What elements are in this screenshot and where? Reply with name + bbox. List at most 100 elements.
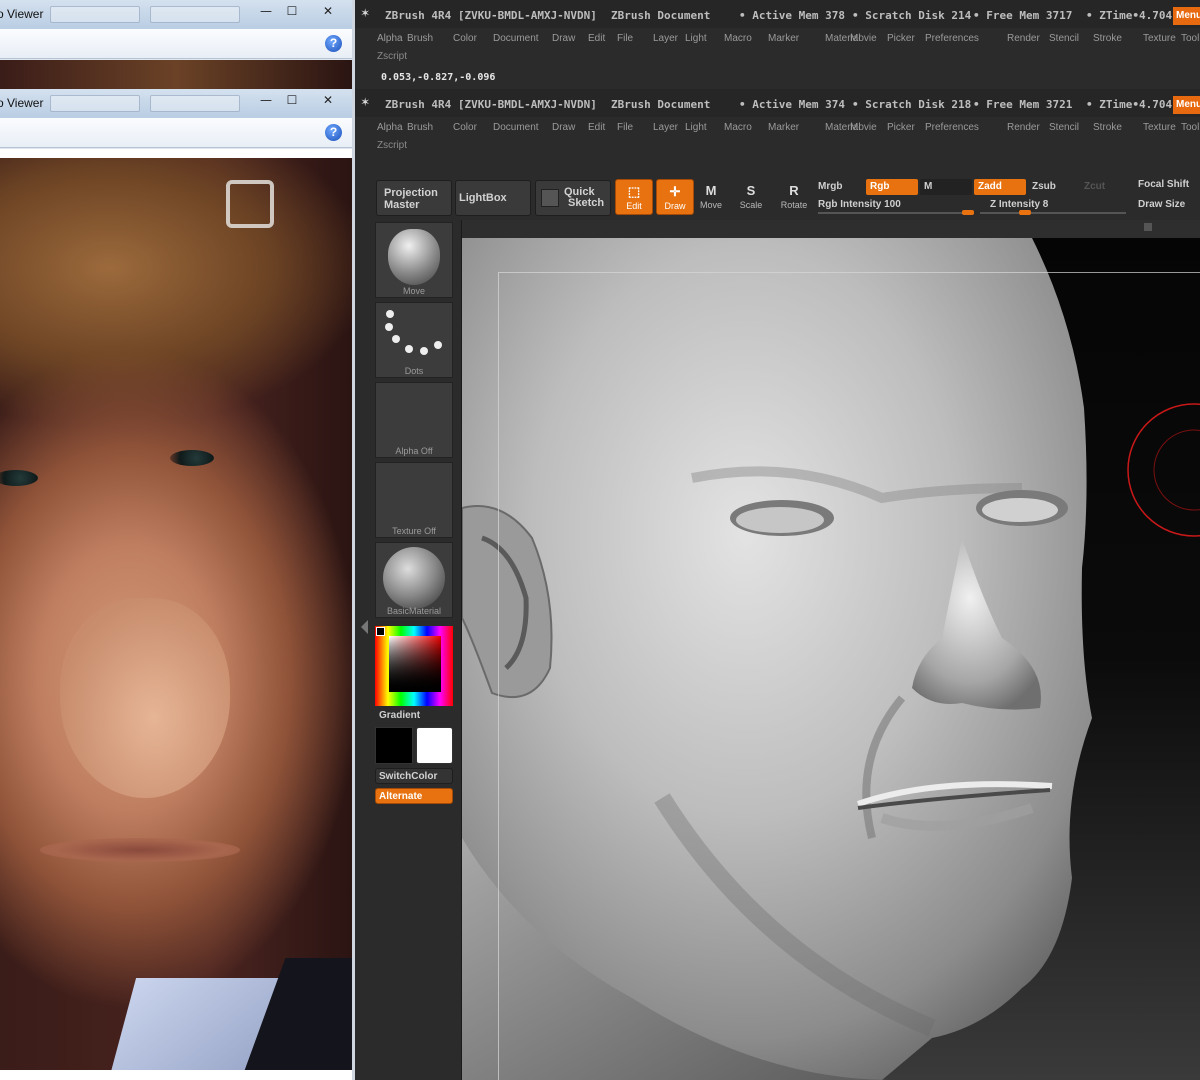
menu-file[interactable]: File <box>617 33 633 44</box>
menu-marker[interactable]: Marker <box>768 122 799 133</box>
menu-draw[interactable]: Draw <box>552 33 575 44</box>
minimize-button[interactable]: — <box>254 4 278 20</box>
menu-brush[interactable]: Brush <box>407 122 433 133</box>
menu-layer[interactable]: Layer <box>653 33 678 44</box>
gradient-main-color[interactable] <box>375 727 413 764</box>
brush-selector[interactable]: Move <box>375 222 453 298</box>
close-button[interactable]: ✕ <box>316 4 340 20</box>
slider-knob[interactable] <box>962 210 974 215</box>
move-button[interactable]: M Move <box>692 179 730 215</box>
switch-color-button[interactable]: SwitchColor <box>375 768 453 784</box>
zbrush-logo-icon: ✶ <box>361 5 370 21</box>
menu-render[interactable]: Render <box>1007 122 1040 133</box>
focal-shift-label[interactable]: Focal Shift <box>1138 179 1189 190</box>
maximize-button[interactable]: ☐ <box>280 93 304 109</box>
edit-button[interactable]: ⬚ Edit <box>615 179 653 215</box>
reference-photo <box>0 158 352 1070</box>
menu-button[interactable]: Menu <box>1173 96 1200 114</box>
zsub-toggle[interactable]: Zsub <box>1032 181 1056 192</box>
maximize-button[interactable]: ☐ <box>280 4 304 20</box>
material-selector[interactable]: BasicMaterial <box>375 542 453 618</box>
main-color-swatch[interactable] <box>376 627 385 636</box>
menu-tool[interactable]: Tool <box>1181 33 1199 44</box>
close-button[interactable]: ✕ <box>316 93 340 109</box>
menu-brush[interactable]: Brush <box>407 33 433 44</box>
mrgb-toggle[interactable]: Mrgb <box>818 181 842 192</box>
photo-viewer-titlebar[interactable]: o Viewer — ☐ ✕ <box>0 89 352 118</box>
menu-light[interactable]: Light <box>685 33 707 44</box>
alternate-button[interactable]: Alternate <box>375 788 453 804</box>
switch-color-label: SwitchColor <box>379 771 438 782</box>
menu-stroke[interactable]: Stroke <box>1093 122 1122 133</box>
rgb-toggle[interactable]: Rgb <box>866 179 918 195</box>
stroke-selector[interactable]: Dots <box>375 302 453 378</box>
menu-document[interactable]: Document <box>493 33 539 44</box>
menu-macro[interactable]: Macro <box>724 33 752 44</box>
document-canvas[interactable] <box>462 238 1200 1080</box>
zscript-menu[interactable]: Zscript <box>377 140 407 151</box>
z-intensity-slider[interactable] <box>980 210 1126 215</box>
menu-light[interactable]: Light <box>685 122 707 133</box>
zbrush-titlebar[interactable]: ✶ ZBrush 4R4 [ZVKU-BMDL-AMXJ-NVDN] ZBrus… <box>355 89 1200 117</box>
menu-picker[interactable]: Picker <box>887 122 915 133</box>
menu-movie[interactable]: Movie <box>850 33 877 44</box>
help-icon[interactable]: ? <box>325 124 342 141</box>
projection-master-button[interactable]: Projection Master <box>376 180 452 216</box>
zscript-menu[interactable]: Zscript <box>377 51 407 62</box>
photo-viewer-titlebar[interactable]: o Viewer — ☐ ✕ <box>0 0 352 29</box>
zbrush-titlebar[interactable]: ✶ ZBrush 4R4 [ZVKU-BMDL-AMXJ-NVDN] ZBrus… <box>355 0 1200 28</box>
m-toggle[interactable]: M <box>920 179 972 195</box>
menu-draw[interactable]: Draw <box>552 122 575 133</box>
menu-layer[interactable]: Layer <box>653 122 678 133</box>
rgb-intensity-slider[interactable] <box>818 210 974 215</box>
menu-movie[interactable]: Movie <box>850 122 877 133</box>
menu-stroke[interactable]: Stroke <box>1093 33 1122 44</box>
color-picker[interactable] <box>375 626 453 706</box>
menu-texture[interactable]: Texture <box>1143 122 1176 133</box>
menu-macro[interactable]: Macro <box>724 122 752 133</box>
menu-marker[interactable]: Marker <box>768 33 799 44</box>
menu-file[interactable]: File <box>617 122 633 133</box>
menu-color[interactable]: Color <box>453 33 477 44</box>
texture-selector[interactable]: Texture Off <box>375 462 453 538</box>
lightbox-button[interactable]: LightBox <box>455 180 531 216</box>
menu-preferences[interactable]: Preferences <box>925 122 979 133</box>
menu-color[interactable]: Color <box>453 122 477 133</box>
menu-render[interactable]: Render <box>1007 33 1040 44</box>
zbrush-menubar: Alpha Brush Color Document Draw Edit File Layer… <box>355 117 1200 139</box>
glasses-reflection <box>226 180 274 228</box>
scale-label: Scale <box>739 200 763 210</box>
menu-preferences[interactable]: Preferences <box>925 33 979 44</box>
help-icon[interactable]: ? <box>325 35 342 52</box>
menu-alpha[interactable]: Alpha <box>377 122 403 133</box>
gradient-label[interactable]: Gradient <box>379 710 420 721</box>
rotate-button[interactable]: R Rotate <box>775 179 813 215</box>
scale-button[interactable]: S Scale <box>732 179 770 215</box>
zadd-toggle[interactable]: Zadd <box>974 179 1026 195</box>
taskbar-thumb <box>50 6 140 23</box>
draw-button[interactable]: ✛ Draw <box>656 179 694 215</box>
photo-eye-left <box>0 470 38 486</box>
photo-viewer-toolbar: ? <box>0 29 352 59</box>
quick-sketch-button[interactable]: Quick Sketch <box>535 180 611 216</box>
alpha-selector[interactable]: Alpha Off <box>375 382 453 458</box>
scroll-marker[interactable] <box>1144 223 1152 231</box>
menu-stencil[interactable]: Stencil <box>1049 122 1079 133</box>
draw-size-label[interactable]: Draw Size <box>1138 199 1185 210</box>
zcut-toggle[interactable]: Zcut <box>1084 181 1105 192</box>
menu-edit[interactable]: Edit <box>588 33 605 44</box>
menu-document[interactable]: Document <box>493 122 539 133</box>
menu-tool[interactable]: Tool <box>1181 122 1199 133</box>
taskbar-thumb <box>150 95 240 112</box>
menu-picker[interactable]: Picker <box>887 33 915 44</box>
menu-alpha[interactable]: Alpha <box>377 33 403 44</box>
minimize-button[interactable]: — <box>254 93 278 109</box>
projection-master-label-2: Master <box>384 199 420 211</box>
menu-stencil[interactable]: Stencil <box>1049 33 1079 44</box>
slider-knob[interactable] <box>1018 210 1031 215</box>
material-name: BasicMaterial <box>386 606 442 616</box>
menu-edit[interactable]: Edit <box>588 122 605 133</box>
gradient-secondary-color[interactable] <box>416 727 453 764</box>
menu-button[interactable]: Menu <box>1173 7 1200 25</box>
menu-texture[interactable]: Texture <box>1143 33 1176 44</box>
